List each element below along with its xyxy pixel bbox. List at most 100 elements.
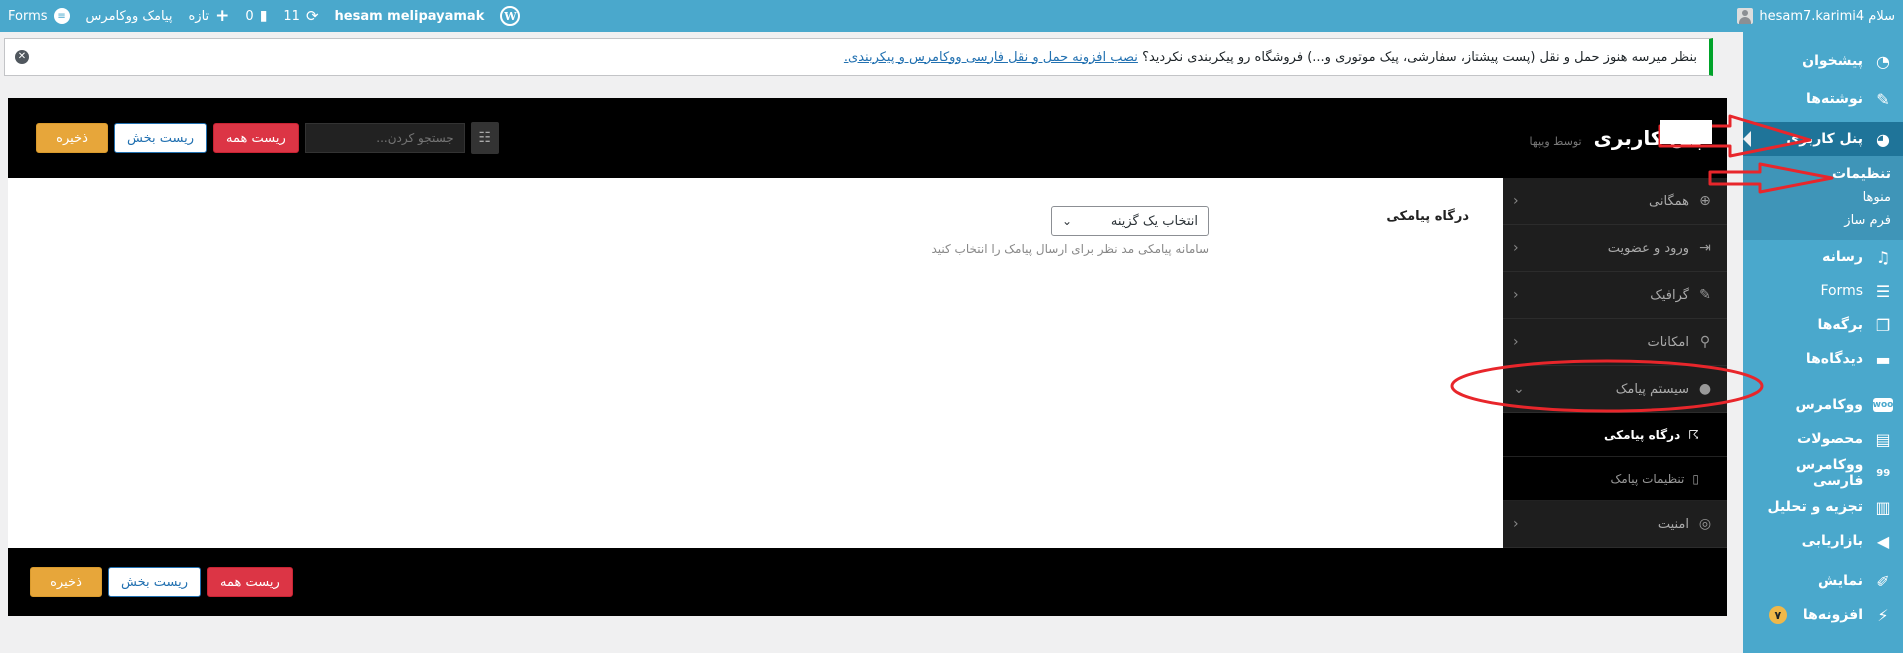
sidebar-item-products[interactable]: ▤ محصولات bbox=[1743, 422, 1903, 456]
sidebar-item-media[interactable]: ♫ رسانه bbox=[1743, 240, 1903, 274]
broadcast-tower-icon: ☈ bbox=[1688, 427, 1699, 442]
comments-icon: ▬ bbox=[1875, 349, 1891, 369]
dismiss-icon[interactable]: ✕ bbox=[15, 50, 29, 64]
sidebar-item-appearance[interactable]: ✐ نمایش bbox=[1743, 564, 1903, 598]
fingerprint-icon: ◎ bbox=[1698, 516, 1712, 532]
nav-item-login[interactable]: ⇥ ورود و عضویت ‹ bbox=[1503, 225, 1727, 272]
page-title: پنل کاربری bbox=[1593, 126, 1703, 150]
nav-subitem-sms-gateway[interactable]: ☈ درگاه پیامکی bbox=[1497, 413, 1727, 457]
select-value: انتخاب یک گزینه bbox=[1110, 213, 1198, 229]
comment-bubble-icon: ▮ bbox=[259, 8, 268, 24]
save-button[interactable]: ذخیره bbox=[36, 123, 108, 153]
options-panel: پنل کاربری توسط ویپها ☷ ریست همه ریست بخ… bbox=[8, 98, 1727, 616]
menu-toggle-icon[interactable]: ☷ bbox=[470, 122, 499, 154]
footer-reset-section-button[interactable]: ریست بخش bbox=[108, 567, 201, 597]
sms-gateway-field: درگاه پیامکی انتخاب یک گزینه ⌄ سامانه پی… bbox=[931, 206, 1469, 256]
megaphone-icon: ◀ bbox=[1876, 531, 1890, 551]
sms-gateway-select[interactable]: انتخاب یک گزینه ⌄ bbox=[1051, 206, 1209, 236]
panel-title-group: پنل کاربری توسط ویپها bbox=[1530, 126, 1703, 150]
pages-icon: ❐ bbox=[1875, 315, 1891, 335]
sidebar-item-plugins[interactable]: ⚡ افزونه‌ها ۷ bbox=[1743, 598, 1903, 632]
my-account-link[interactable]: سلام hesam7.karimi4 bbox=[1737, 8, 1895, 24]
nav-item-security[interactable]: ◎ امنیت ‹ bbox=[1503, 501, 1727, 548]
pin-icon: ✎ bbox=[1876, 89, 1890, 109]
woo-sms-link[interactable]: پیامک ووکامرس bbox=[86, 9, 173, 24]
reset-section-button[interactable]: ریست بخش bbox=[114, 123, 207, 153]
sidebar-item-forms[interactable]: ☰ Forms bbox=[1743, 274, 1903, 308]
archive-icon: ▤ bbox=[1875, 429, 1891, 449]
submenu-settings[interactable]: تنظیمات bbox=[1743, 162, 1903, 186]
sidebar-item-analytics[interactable]: ▥ تجزیه و تحلیل bbox=[1743, 490, 1903, 524]
dashboard-icon: ◔ bbox=[1876, 51, 1890, 71]
admin-bar: W hesam melipayamak ⟳ 11 ▮ 0 + تازه پیامک و… bbox=[0, 0, 1903, 32]
updates-link[interactable]: ⟳ 11 bbox=[283, 7, 318, 25]
sidebar-submenu: تنظیمات منوها فرم ساز bbox=[1743, 156, 1903, 240]
chevron-down-icon: ⌄ bbox=[1513, 381, 1525, 397]
panel-header: پنل کاربری توسط ویپها ☷ ریست همه ریست بخ… bbox=[8, 98, 1727, 178]
persian-woo-icon: 99 bbox=[1876, 467, 1891, 479]
nav-submenu-sms: ☈ درگاه پیامکی ▯ تنظیمات پیامک bbox=[1497, 413, 1727, 501]
nav-item-features[interactable]: ⚲ امکانات ‹ bbox=[1503, 319, 1727, 366]
nav-item-general[interactable]: ⊕ همگانی ‹ bbox=[1503, 178, 1727, 225]
site-name-link[interactable]: hesam melipayamak bbox=[335, 9, 485, 24]
footer-save-button[interactable]: ذخیره bbox=[30, 567, 102, 597]
comments-link[interactable]: ▮ 0 bbox=[245, 8, 267, 24]
notice-message: بنظر میرسه هنوز حمل و نقل (پست پیشتاز، س… bbox=[844, 50, 1697, 65]
sidebar-item-posts[interactable]: ✎ نوشته‌ها bbox=[1743, 82, 1903, 116]
plug-icon: ⚲ bbox=[1699, 334, 1711, 350]
panel-nav: ⊕ همگانی ‹ ⇥ ورود و عضویت ‹ ✎ گرافیک ‹ ⚲ امکانا… bbox=[1497, 178, 1727, 548]
new-content-link[interactable]: + تازه bbox=[188, 6, 229, 26]
nav-item-sms-system[interactable]: ● سیستم پیامک ⌄ bbox=[1503, 366, 1727, 413]
avatar bbox=[1737, 8, 1754, 24]
plugins-update-badge: ۷ bbox=[1768, 606, 1787, 624]
chevron-left-icon: ‹ bbox=[1513, 287, 1519, 303]
field-help-text: سامانه پیامکی مد نظر برای ارسال پیامک را… bbox=[931, 242, 1209, 256]
sidebar-item-woocommerce[interactable]: woo ووکامرس bbox=[1743, 388, 1903, 422]
panel-author: توسط ویپها bbox=[1529, 135, 1582, 148]
notice-text: بنظر میرسه هنوز حمل و نقل (پست پیشتاز، س… bbox=[1142, 49, 1697, 65]
comment-icon: ● bbox=[1698, 381, 1712, 397]
header-actions: ☷ ریست همه ریست بخش ذخیره bbox=[36, 122, 499, 154]
field-label: درگاه پیامکی bbox=[1386, 209, 1469, 224]
brush-icon: ✐ bbox=[1876, 571, 1890, 591]
notice-install-link[interactable]: نصب افزونه حمل و نقل فارسی ووکامرس و پیک… bbox=[844, 50, 1138, 65]
plugins-icon: ⚡ bbox=[1877, 605, 1889, 625]
search-input[interactable] bbox=[304, 123, 465, 153]
admin-sidebar: ◔ پیشخوان ✎ نوشته‌ها ◕ پنل کاربری تنظیمات م… bbox=[1743, 32, 1903, 653]
panel-footer: ذخیره ریست بخش ریست همه bbox=[8, 548, 1727, 616]
nav-subitem-sms-settings[interactable]: ▯ تنظیمات پیامک bbox=[1503, 457, 1727, 501]
forms-icon: ☰ bbox=[1875, 281, 1891, 301]
sidebar-item-user-panel[interactable]: ◕ پنل کاربری bbox=[1743, 122, 1903, 156]
sidebar-item-dashboard[interactable]: ◔ پیشخوان bbox=[1743, 44, 1903, 78]
wp-logo-menu[interactable]: W bbox=[500, 6, 521, 26]
gauge-icon: ◕ bbox=[1876, 129, 1890, 149]
plus-icon: + bbox=[215, 6, 230, 26]
brush-icon: ✎ bbox=[1699, 287, 1711, 303]
sidebar-item-pages[interactable]: ❐ برگه‌ها bbox=[1743, 308, 1903, 342]
adminbar-left: سلام hesam7.karimi4 bbox=[1737, 8, 1895, 24]
reset-all-button[interactable]: ریست همه bbox=[212, 123, 299, 153]
chart-icon: ▥ bbox=[1875, 497, 1891, 517]
field-control: انتخاب یک گزینه ⌄ سامانه پیامکی مد نظر ب… bbox=[931, 206, 1209, 256]
adminbar-right: W hesam melipayamak ⟳ 11 ▮ 0 + تازه پیامک و… bbox=[8, 6, 521, 26]
chevron-left-icon: ‹ bbox=[1513, 334, 1519, 350]
submenu-menus[interactable]: منوها bbox=[1743, 186, 1903, 209]
chevron-left-icon: ‹ bbox=[1513, 516, 1519, 532]
nav-item-graphic[interactable]: ✎ گرافیک ‹ bbox=[1503, 272, 1727, 319]
globe-icon: ⊕ bbox=[1699, 193, 1711, 209]
media-icon: ♫ bbox=[1875, 247, 1891, 267]
woo-icon: woo bbox=[1872, 398, 1894, 412]
footer-reset-all-button[interactable]: ریست همه bbox=[206, 567, 293, 597]
submenu-form-builder[interactable]: فرم ساز bbox=[1743, 209, 1903, 232]
chevron-left-icon: ‹ bbox=[1513, 193, 1519, 209]
chevron-left-icon: ‹ bbox=[1513, 240, 1519, 256]
mobile-icon: ▯ bbox=[1692, 471, 1699, 486]
sidebar-item-comments[interactable]: ▬ دیدگاه‌ها bbox=[1743, 342, 1903, 376]
wordpress-icon: W bbox=[500, 6, 521, 26]
sidebar-item-persian-woo[interactable]: 99 ووکامرس فارسی bbox=[1743, 456, 1903, 490]
forms-link[interactable]: ≡ Forms bbox=[8, 8, 70, 24]
forms-icon: ≡ bbox=[53, 8, 70, 24]
admin-notice: بنظر میرسه هنوز حمل و نقل (پست پیشتاز، س… bbox=[4, 38, 1713, 76]
sign-in-icon: ⇥ bbox=[1699, 240, 1711, 256]
sidebar-item-marketing[interactable]: ◀ بازاریابی bbox=[1743, 524, 1903, 558]
